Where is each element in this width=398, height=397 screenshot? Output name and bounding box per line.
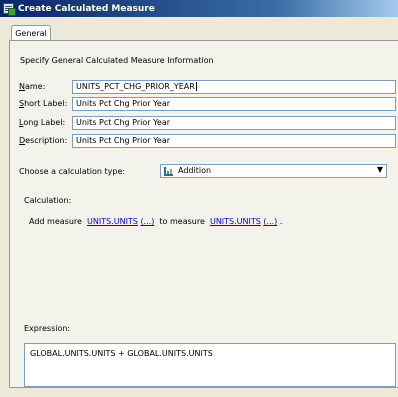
chevron-down-icon[interactable]: ▼	[377, 165, 383, 174]
window-title: Create Calculated Measure	[18, 3, 155, 14]
tab-general[interactable]: General	[11, 25, 51, 41]
description-label: Description:	[19, 136, 67, 145]
name-field[interactable]: UNITS_PCT_CHG_PRIOR_YEAR	[72, 80, 396, 94]
tab-strip: General	[0, 17, 398, 41]
long-label-label-text: ong Label:	[23, 118, 66, 127]
instructions-text: Specify General Calculated Measure Infor…	[20, 56, 214, 65]
measure-icon	[3, 3, 16, 16]
name-label-text: ame:	[24, 82, 46, 91]
calculation-sentence: Add measure UNITS.UNITS (...) to measure…	[29, 217, 282, 226]
general-panel: Specify General Calculated Measure Infor…	[9, 40, 398, 388]
long-label-label: Long Label:	[19, 118, 65, 127]
description-label-text: escription:	[25, 136, 68, 145]
calc-text-end: .	[279, 217, 283, 226]
measure2-link[interactable]: UNITS.UNITS	[210, 217, 261, 226]
short-label-field-value: Units Pct Chg Prior Year	[76, 99, 171, 108]
measure1-link[interactable]: UNITS.UNITS	[87, 217, 138, 226]
long-label-field[interactable]: Units Pct Chg Prior Year	[72, 116, 396, 130]
calc-type-value: Addition	[178, 166, 212, 175]
description-field-value: Units Pct Chg Prior Year	[76, 136, 171, 145]
long-label-field-value: Units Pct Chg Prior Year	[76, 118, 171, 127]
expression-heading: Expression:	[24, 324, 71, 333]
expression-field[interactable]: GLOBAL.UNITS.UNITS + GLOBAL.UNITS.UNITS	[24, 343, 396, 387]
description-field[interactable]: Units Pct Chg Prior Year	[72, 134, 396, 148]
name-field-value: UNITS_PCT_CHG_PRIOR_YEAR	[76, 82, 195, 91]
calc-text-to: to measure	[159, 217, 205, 226]
calculation-heading: Calculation:	[24, 196, 72, 205]
expression-value: GLOBAL.UNITS.UNITS + GLOBAL.UNITS.UNITS	[30, 349, 213, 358]
calc-type-select[interactable]: Addition ▼	[160, 164, 387, 178]
calc-text-add: Add measure	[29, 217, 82, 226]
measure2-more-link[interactable]: (...)	[263, 217, 277, 226]
text-caret	[195, 82, 197, 91]
tab-general-label: General	[15, 29, 47, 38]
title-bar: Create Calculated Measure	[0, 0, 398, 17]
short-label-label-text: hort Label:	[24, 99, 68, 108]
short-label-field[interactable]: Units Pct Chg Prior Year	[72, 97, 396, 111]
addition-icon	[164, 167, 173, 176]
measure1-more-link[interactable]: (...)	[140, 217, 154, 226]
name-label: Name:	[19, 82, 45, 91]
short-label-label: Short Label:	[19, 99, 67, 108]
calc-type-label: Choose a calculation type:	[19, 167, 126, 176]
